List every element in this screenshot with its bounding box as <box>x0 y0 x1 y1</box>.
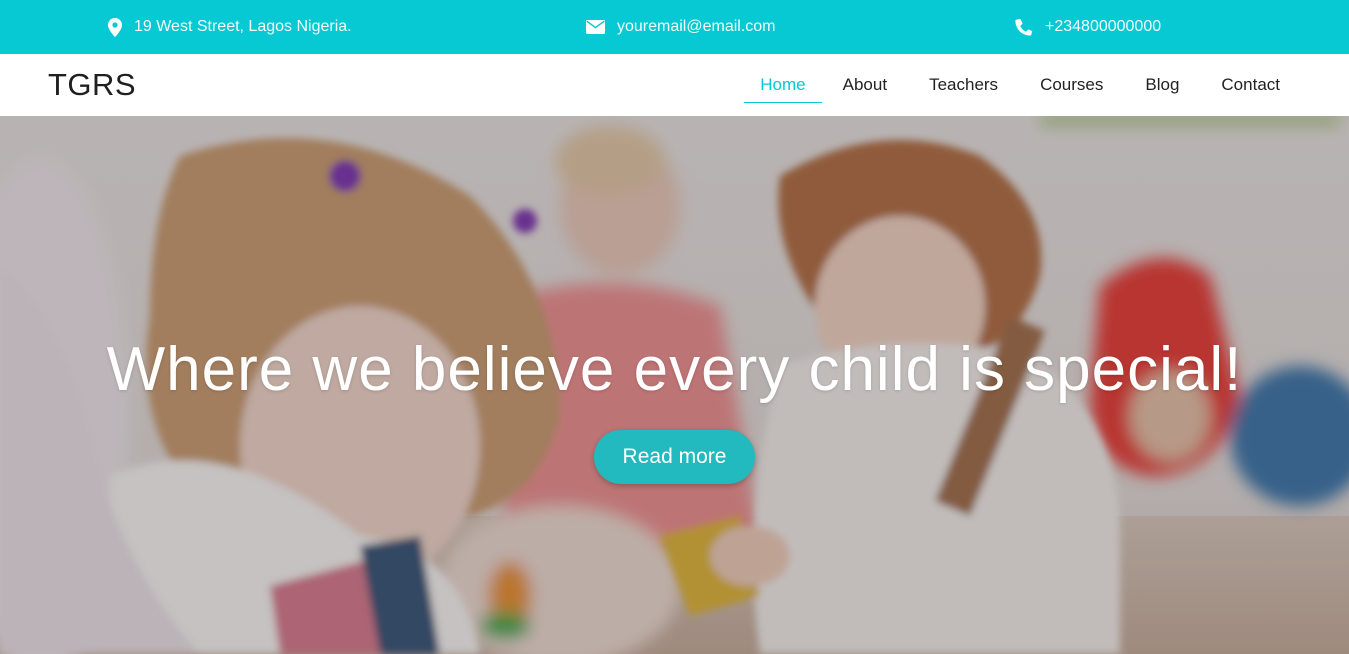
map-marker-icon <box>108 17 122 37</box>
nav-item-contact[interactable]: Contact <box>1200 54 1301 116</box>
top-info-bar: 19 West Street, Lagos Nigeria. youremail… <box>0 0 1349 54</box>
hero-heading: Where we believe every child is special! <box>106 335 1243 404</box>
hero-banner: Where we believe every child is special!… <box>0 116 1349 654</box>
email-info: youremail@email.com <box>586 0 776 54</box>
nav-item-home[interactable]: Home <box>744 54 823 116</box>
nav-item-blog[interactable]: Blog <box>1124 54 1200 116</box>
main-navbar: TGRS Home About Teachers Courses Blog Co… <box>0 54 1349 116</box>
read-more-button[interactable]: Read more <box>594 430 755 484</box>
phone-text[interactable]: +234800000000 <box>1045 18 1161 36</box>
address-text: 19 West Street, Lagos Nigeria. <box>134 18 352 35</box>
nav-item-courses[interactable]: Courses <box>1019 54 1124 116</box>
nav-item-teachers[interactable]: Teachers <box>908 54 1019 116</box>
brand-logo[interactable]: TGRS <box>48 54 136 116</box>
nav-menu: Home About Teachers Courses Blog Contact <box>744 54 1301 116</box>
email-text[interactable]: youremail@email.com <box>617 18 776 36</box>
envelope-icon <box>586 20 605 34</box>
phone-icon <box>1015 18 1033 36</box>
nav-item-about[interactable]: About <box>822 54 908 116</box>
phone-info: +234800000000 <box>1015 0 1161 54</box>
address-info: 19 West Street, Lagos Nigeria. <box>108 0 352 54</box>
